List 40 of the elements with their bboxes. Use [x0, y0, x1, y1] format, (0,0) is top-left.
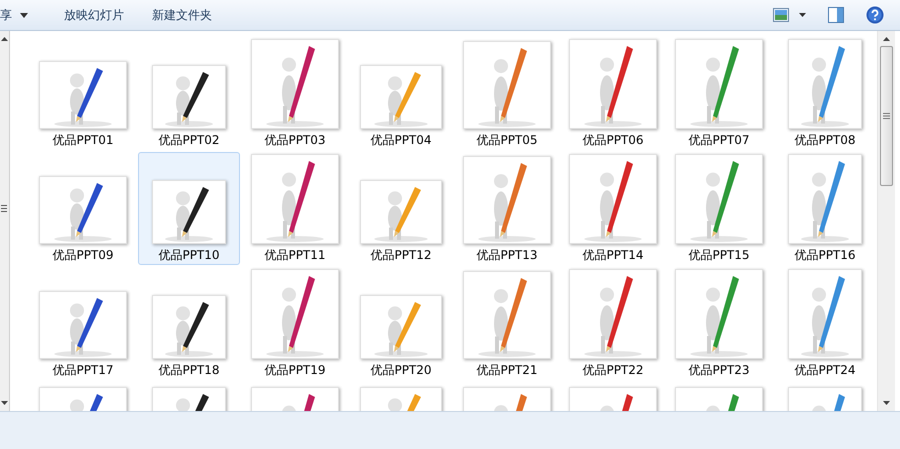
file-item[interactable]: 优品PPT20 [350, 267, 452, 380]
scroll-down-icon[interactable] [1, 401, 8, 405]
file-item[interactable]: 优品PPT04 [350, 37, 452, 150]
file-item[interactable]: 优品PPT19 [244, 267, 346, 380]
file-item[interactable]: 优品PPT11 [244, 152, 346, 265]
file-item[interactable]: 优品PPT03 [244, 37, 346, 150]
file-item[interactable]: 优品PPT21 [456, 267, 558, 380]
file-item[interactable]: 优品PPT24 [774, 267, 876, 380]
file-item[interactable]: 优品PPT23 [668, 267, 770, 380]
file-item[interactable]: 优品PPT13 [456, 152, 558, 265]
caret-icon [20, 12, 28, 18]
file-item[interactable]: 优品PPT09 [32, 152, 134, 265]
file-item[interactable]: 优品PPT01 [32, 37, 134, 150]
file-item[interactable]: 优品PPT07 [668, 37, 770, 150]
file-item[interactable]: 优品PPT06 [562, 37, 664, 150]
file-item[interactable]: 优品PPT05 [456, 37, 558, 150]
file-item[interactable]: 优品PPT08 [774, 37, 876, 150]
view-icon [773, 8, 789, 22]
file-item[interactable]: 优品PPT12 [350, 152, 452, 265]
toolbar-button[interactable]: 新建文件夹 [138, 3, 226, 27]
file-item[interactable]: 优品PPT14 [562, 152, 664, 265]
file-item[interactable]: 优品PPT17 [32, 267, 134, 380]
scrollbar[interactable] [877, 31, 895, 411]
scroll-up-icon[interactable] [1, 37, 8, 41]
caret-icon [799, 13, 806, 17]
splitter-grip-icon[interactable] [1, 205, 7, 212]
file-item[interactable]: 优品PPT16 [774, 152, 876, 265]
toolbar-button[interactable]: 放映幻灯片 [50, 3, 138, 27]
file-item[interactable]: 优品PPT22 [562, 267, 664, 380]
file-item[interactable]: 优品PPT18 [138, 267, 240, 380]
file-item[interactable]: 优品PPT10 [138, 152, 240, 265]
scroll-down-icon[interactable] [883, 401, 890, 405]
file-item[interactable]: 优品PPT15 [668, 152, 770, 265]
help-icon [866, 6, 884, 24]
grip-icon [883, 113, 890, 119]
file-item[interactable]: 优品PPT02 [138, 37, 240, 150]
pane-icon [828, 7, 844, 23]
scroll-up-icon[interactable] [883, 37, 890, 41]
toolbar-button[interactable]: 享 [0, 3, 42, 27]
scrollbar-thumb[interactable] [880, 46, 893, 186]
